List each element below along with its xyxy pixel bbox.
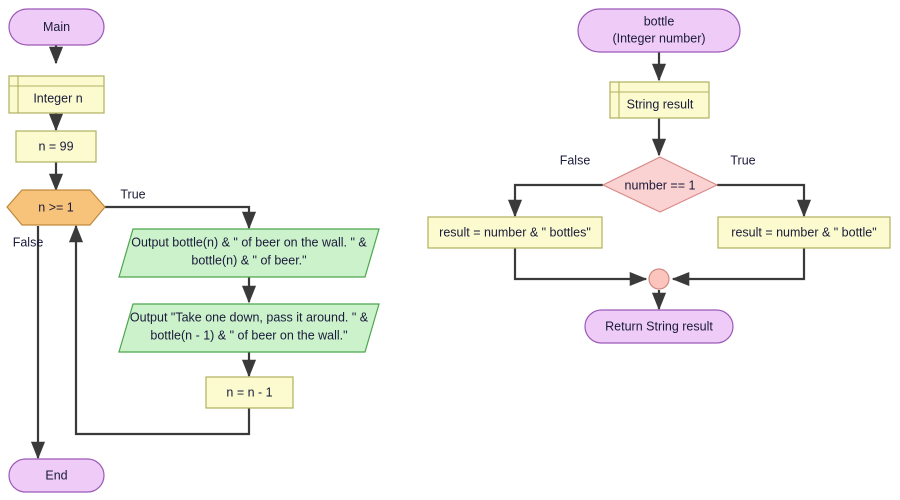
output-take-one-down-shape (118, 303, 380, 353)
node-loop-condition[interactable]: n >= 1 (6, 189, 106, 226)
main-end-shape (8, 458, 105, 493)
flowchart-svg: Main Integer n n = 99 n >= 1 True False … (6, 8, 891, 493)
connector-condition-true (717, 183, 812, 218)
connector-false-branch-to-merge (513, 248, 648, 287)
node-assign-bottle-singular[interactable]: result = number & " bottle" (717, 216, 891, 249)
node-output-bottles-on-wall[interactable]: Output bottle(n) & " of beer on the wall… (118, 228, 380, 278)
assign-bottle-singular-shape (717, 216, 891, 249)
node-number-equals-one-condition[interactable]: number == 1 (601, 156, 719, 213)
node-declare-integer-n[interactable]: Integer n (8, 75, 105, 114)
node-merge-point (648, 268, 670, 290)
assign-bottles-plural-shape (427, 216, 603, 249)
connector-condition-true (105, 205, 257, 230)
merge-point-shape (648, 268, 670, 290)
bottle-condition-false-label: False (560, 153, 591, 167)
main-start-shape (8, 8, 105, 46)
assign-n-99-shape (15, 130, 97, 163)
node-assign-bottles-plural[interactable]: result = number & " bottles" (427, 216, 603, 249)
declare-string-result-shape (609, 81, 710, 119)
loop-condition-false-label: False (13, 235, 44, 249)
flowchart-canvas: Main Integer n n = 99 n >= 1 True False … (0, 0, 900, 500)
bottle-header-shape (577, 8, 741, 53)
node-declare-string-result[interactable]: String result (609, 81, 710, 119)
output-bottles-on-wall-shape (118, 228, 380, 278)
node-main-start[interactable]: Main (8, 8, 105, 46)
decrement-n-shape (205, 376, 294, 409)
bottle-condition-true-label: True (730, 153, 755, 167)
node-return-result[interactable]: Return String result (584, 309, 734, 344)
node-decrement-n[interactable]: n = n - 1 (205, 376, 294, 409)
node-assign-n-99[interactable]: n = 99 (15, 130, 97, 163)
node-bottle-header[interactable]: bottle (Integer number) (577, 8, 741, 53)
connector-condition-false (507, 183, 603, 218)
node-main-end[interactable]: End (8, 458, 105, 493)
loop-condition-shape (6, 189, 106, 226)
return-result-shape (584, 309, 734, 344)
loop-condition-true-label: True (120, 187, 145, 201)
connector-true-branch-to-merge (671, 248, 806, 287)
node-output-take-one-down[interactable]: Output "Take one down, pass it around. "… (118, 303, 380, 353)
number-equals-one-shape (601, 156, 719, 213)
declare-integer-n-shape (8, 75, 105, 114)
